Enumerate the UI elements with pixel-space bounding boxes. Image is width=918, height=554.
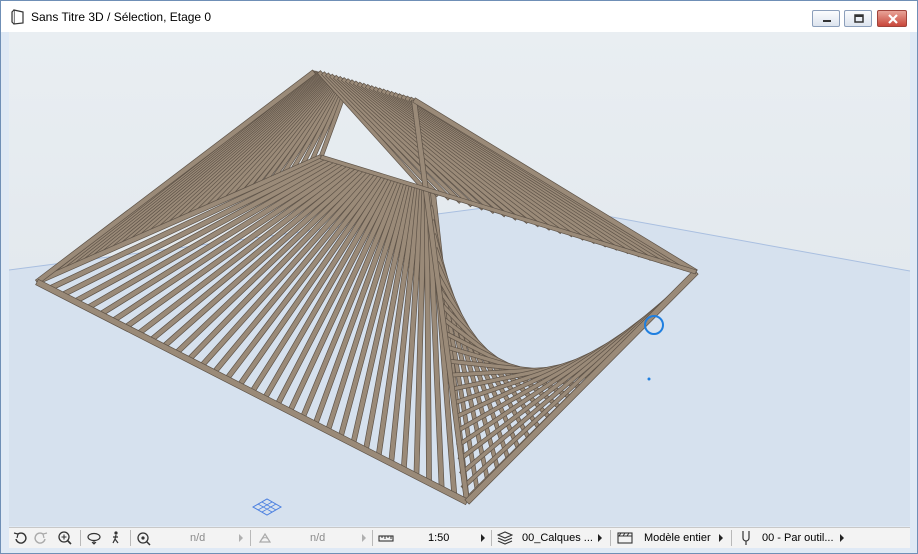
rotate-angle-icon[interactable]	[257, 530, 273, 546]
model-view-icon[interactable]	[617, 530, 633, 546]
close-button[interactable]	[877, 10, 907, 27]
window-title: Sans Titre 3D / Sélection, Etage 0	[31, 10, 212, 24]
cursor-dot	[647, 377, 651, 381]
maximize-icon	[854, 14, 864, 23]
layers-icon[interactable]	[496, 530, 514, 546]
walk-icon[interactable]	[108, 530, 124, 546]
3d-viewport[interactable]	[9, 32, 910, 526]
redo-view-icon[interactable]	[33, 530, 49, 546]
title-bar[interactable]: Sans Titre 3D / Sélection, Etage 0	[1, 1, 917, 32]
zoom-menu-arrow[interactable]	[239, 534, 243, 542]
layers-menu-arrow[interactable]	[598, 534, 602, 542]
pen-set-icon[interactable]	[738, 530, 754, 546]
scale-menu-arrow[interactable]	[481, 534, 485, 542]
zoom-settings-icon[interactable]	[136, 530, 152, 546]
angle-value: n/d	[310, 532, 326, 544]
close-icon	[888, 14, 898, 24]
model-view-menu-arrow[interactable]	[719, 534, 723, 542]
minimize-button[interactable]	[812, 10, 840, 27]
scale-ruler-icon[interactable]	[378, 530, 394, 546]
undo-view-icon[interactable]	[12, 530, 28, 546]
status-bar: n/d n/d 1:50 00_Calques ... Modèle entie…	[9, 527, 910, 548]
pen-set-value[interactable]: 00 - Par outil...	[762, 532, 834, 544]
window-icon	[11, 9, 25, 25]
orbit-icon[interactable]	[86, 530, 102, 546]
angle-menu-arrow[interactable]	[362, 534, 366, 542]
grid-origin-marker	[251, 498, 283, 516]
pen-set-menu-arrow[interactable]	[840, 534, 844, 542]
layer-combination[interactable]: 00_Calques ...	[522, 532, 593, 544]
minimize-icon	[823, 20, 831, 22]
maximize-button[interactable]	[844, 10, 872, 27]
scale-value[interactable]: 1:50	[428, 532, 449, 544]
zoom-icon[interactable]	[57, 530, 73, 546]
model-view-option[interactable]: Modèle entier	[644, 532, 711, 544]
zoom-value: n/d	[190, 532, 206, 544]
app-window: Sans Titre 3D / Sélection, Etage 0 n/d n…	[0, 0, 918, 554]
